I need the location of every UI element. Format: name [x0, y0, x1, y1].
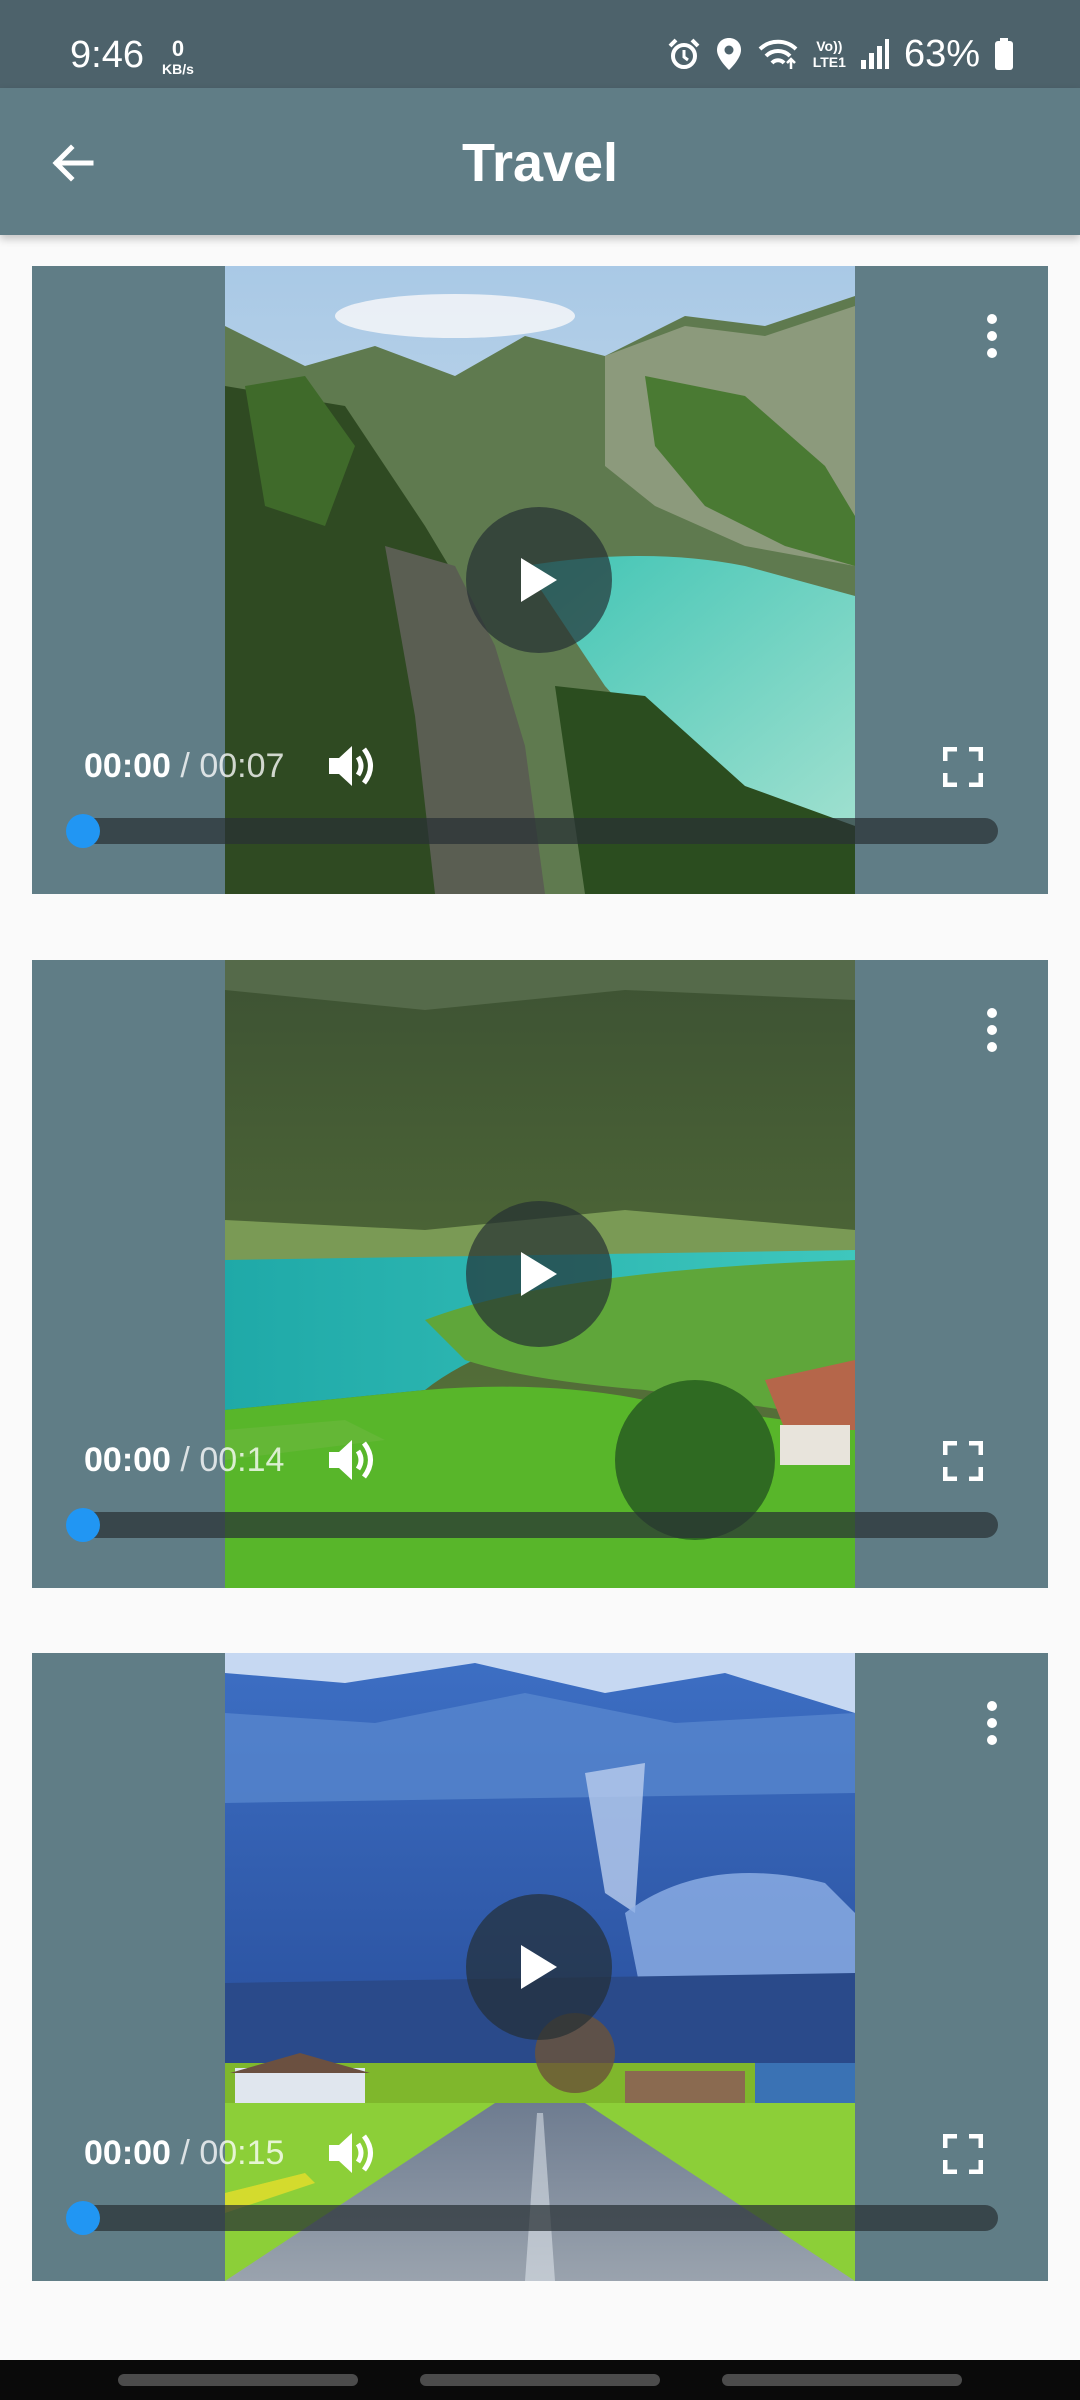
play-button-1[interactable] [466, 507, 612, 653]
progress-bar-3[interactable] [66, 2201, 998, 2235]
progress-handle[interactable] [66, 2201, 100, 2235]
status-time: 9:46 [70, 34, 144, 76]
network-speed-value: 0 [171, 36, 185, 61]
signal-icon [860, 38, 890, 70]
video-time-3: 00:00 / 00:15 [84, 2131, 284, 2175]
time-separator: / [170, 1441, 200, 1479]
status-bar: 9:46 0 KB/s Vo)) LTE1 63% [0, 0, 1080, 88]
more-options-button-2[interactable] [972, 998, 1012, 1062]
more-options-button-3[interactable] [972, 1691, 1012, 1755]
play-button-2[interactable] [466, 1201, 612, 1347]
nav-back-button[interactable] [722, 2374, 962, 2386]
volume-button-1[interactable] [322, 738, 382, 794]
location-icon [715, 36, 743, 72]
lte-volte-label: Vo)) [816, 38, 843, 54]
video-time-2: 00:00 / 00:14 [84, 1438, 284, 1482]
play-icon [521, 1252, 557, 1296]
more-vert-icon [987, 1701, 997, 1745]
fullscreen-button-2[interactable] [938, 1436, 988, 1486]
nav-home-button[interactable] [420, 2374, 660, 2386]
volume-button-3[interactable] [322, 2125, 382, 2181]
wifi-icon [757, 37, 799, 71]
video-time-1: 00:00 / 00:07 [84, 744, 284, 788]
volume-icon [329, 1440, 373, 1480]
progress-handle[interactable] [66, 814, 100, 848]
page-title: Travel [461, 133, 619, 193]
play-icon [521, 1945, 557, 1989]
current-time: 00:00 [84, 2134, 171, 2172]
time-separator: / [170, 2134, 200, 2172]
progress-bar-1[interactable] [66, 814, 998, 848]
progress-handle[interactable] [66, 1508, 100, 1542]
volume-icon [329, 746, 373, 786]
current-time: 00:00 [84, 1441, 171, 1479]
video-card-3[interactable]: 00:00 / 00:15 [32, 1653, 1048, 2281]
video-card-2[interactable]: 00:00 / 00:14 [32, 960, 1048, 1588]
current-time: 00:00 [84, 747, 171, 785]
network-speed-unit: KB/s [162, 61, 194, 77]
play-icon [521, 558, 557, 602]
time-separator: / [170, 747, 200, 785]
duration: 00:14 [199, 1441, 285, 1479]
battery-icon [994, 37, 1014, 71]
progress-bar-2[interactable] [66, 1508, 998, 1542]
navigation-bar [0, 2360, 1080, 2400]
volume-button-2[interactable] [322, 1432, 382, 1488]
app-bar: Travel [0, 88, 1080, 235]
duration: 00:15 [199, 2134, 285, 2172]
lte-indicator: Vo)) LTE1 [813, 39, 846, 69]
fullscreen-icon [943, 1441, 983, 1481]
more-options-button-1[interactable] [972, 304, 1012, 368]
duration: 00:07 [199, 747, 285, 785]
nav-recents-button[interactable] [118, 2374, 358, 2386]
play-button-3[interactable] [466, 1894, 612, 2040]
fullscreen-button-3[interactable] [938, 2129, 988, 2179]
video-card-1[interactable]: 00:00 / 00:07 [32, 266, 1048, 894]
alarm-icon [667, 37, 701, 71]
fullscreen-button-1[interactable] [938, 742, 988, 792]
fullscreen-icon [943, 747, 983, 787]
status-icons: Vo)) LTE1 63% [667, 32, 1014, 76]
lte-label: LTE1 [812, 54, 846, 70]
more-vert-icon [987, 1008, 997, 1052]
network-speed: 0 KB/s [158, 36, 198, 77]
more-vert-icon [987, 314, 997, 358]
fullscreen-icon [943, 2134, 983, 2174]
volume-icon [329, 2133, 373, 2173]
battery-percent: 63% [903, 32, 980, 75]
